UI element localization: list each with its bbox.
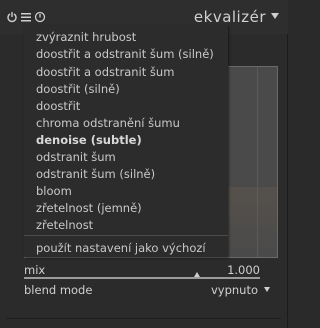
menu-item-set-default[interactable]: použít nastavení jako výchozí: [36, 241, 206, 255]
menu-item[interactable]: zřetelnost: [36, 218, 93, 232]
menu-separator: [24, 235, 228, 236]
module-panel: ekvalizér zvýraznit hrubost doostřit a o…: [0, 0, 288, 328]
menu-item[interactable]: doostřit a odstranit šum: [36, 65, 174, 79]
mix-slider[interactable]: mix 1.000: [24, 261, 260, 279]
menu-item[interactable]: doostřit: [36, 99, 80, 113]
menu-item[interactable]: chroma odstranění šumu: [36, 116, 180, 130]
collapse-arrow-icon[interactable]: [270, 11, 280, 21]
blend-mode-label: blend mode: [24, 283, 93, 297]
menu-item[interactable]: doostřit (silně): [36, 82, 120, 96]
panel-bottom-divider: [6, 318, 281, 319]
presets-dropdown-menu: zvýraznit hrubost doostřit a odstranit š…: [24, 25, 228, 257]
menu-item[interactable]: odstranit šum (silně): [36, 167, 155, 181]
reset-icon[interactable]: [34, 11, 46, 23]
mix-slider-handle[interactable]: [194, 272, 200, 277]
mix-slider-track[interactable]: [24, 277, 260, 279]
module-title: ekvalizér: [193, 8, 266, 26]
menu-item-selected[interactable]: denoise (subtle): [36, 133, 142, 147]
power-icon[interactable]: [6, 11, 18, 23]
blend-mode-value[interactable]: vypnuto: [211, 283, 258, 297]
presets-menu-icon[interactable]: [20, 11, 32, 23]
mix-label: mix: [24, 263, 46, 277]
menu-item[interactable]: doostřit a odstranit šum (silně): [36, 47, 214, 61]
menu-item[interactable]: zvýraznit hrubost: [36, 30, 136, 44]
chevron-down-icon[interactable]: [264, 287, 270, 292]
menu-item[interactable]: zřetelnost (jemně): [36, 201, 142, 215]
mix-value: 1.000: [227, 263, 260, 277]
menu-item[interactable]: odstranit šum: [36, 150, 116, 164]
blend-mode-select[interactable]: blend mode vypnuto: [24, 282, 272, 298]
menu-item[interactable]: bloom: [36, 184, 72, 198]
